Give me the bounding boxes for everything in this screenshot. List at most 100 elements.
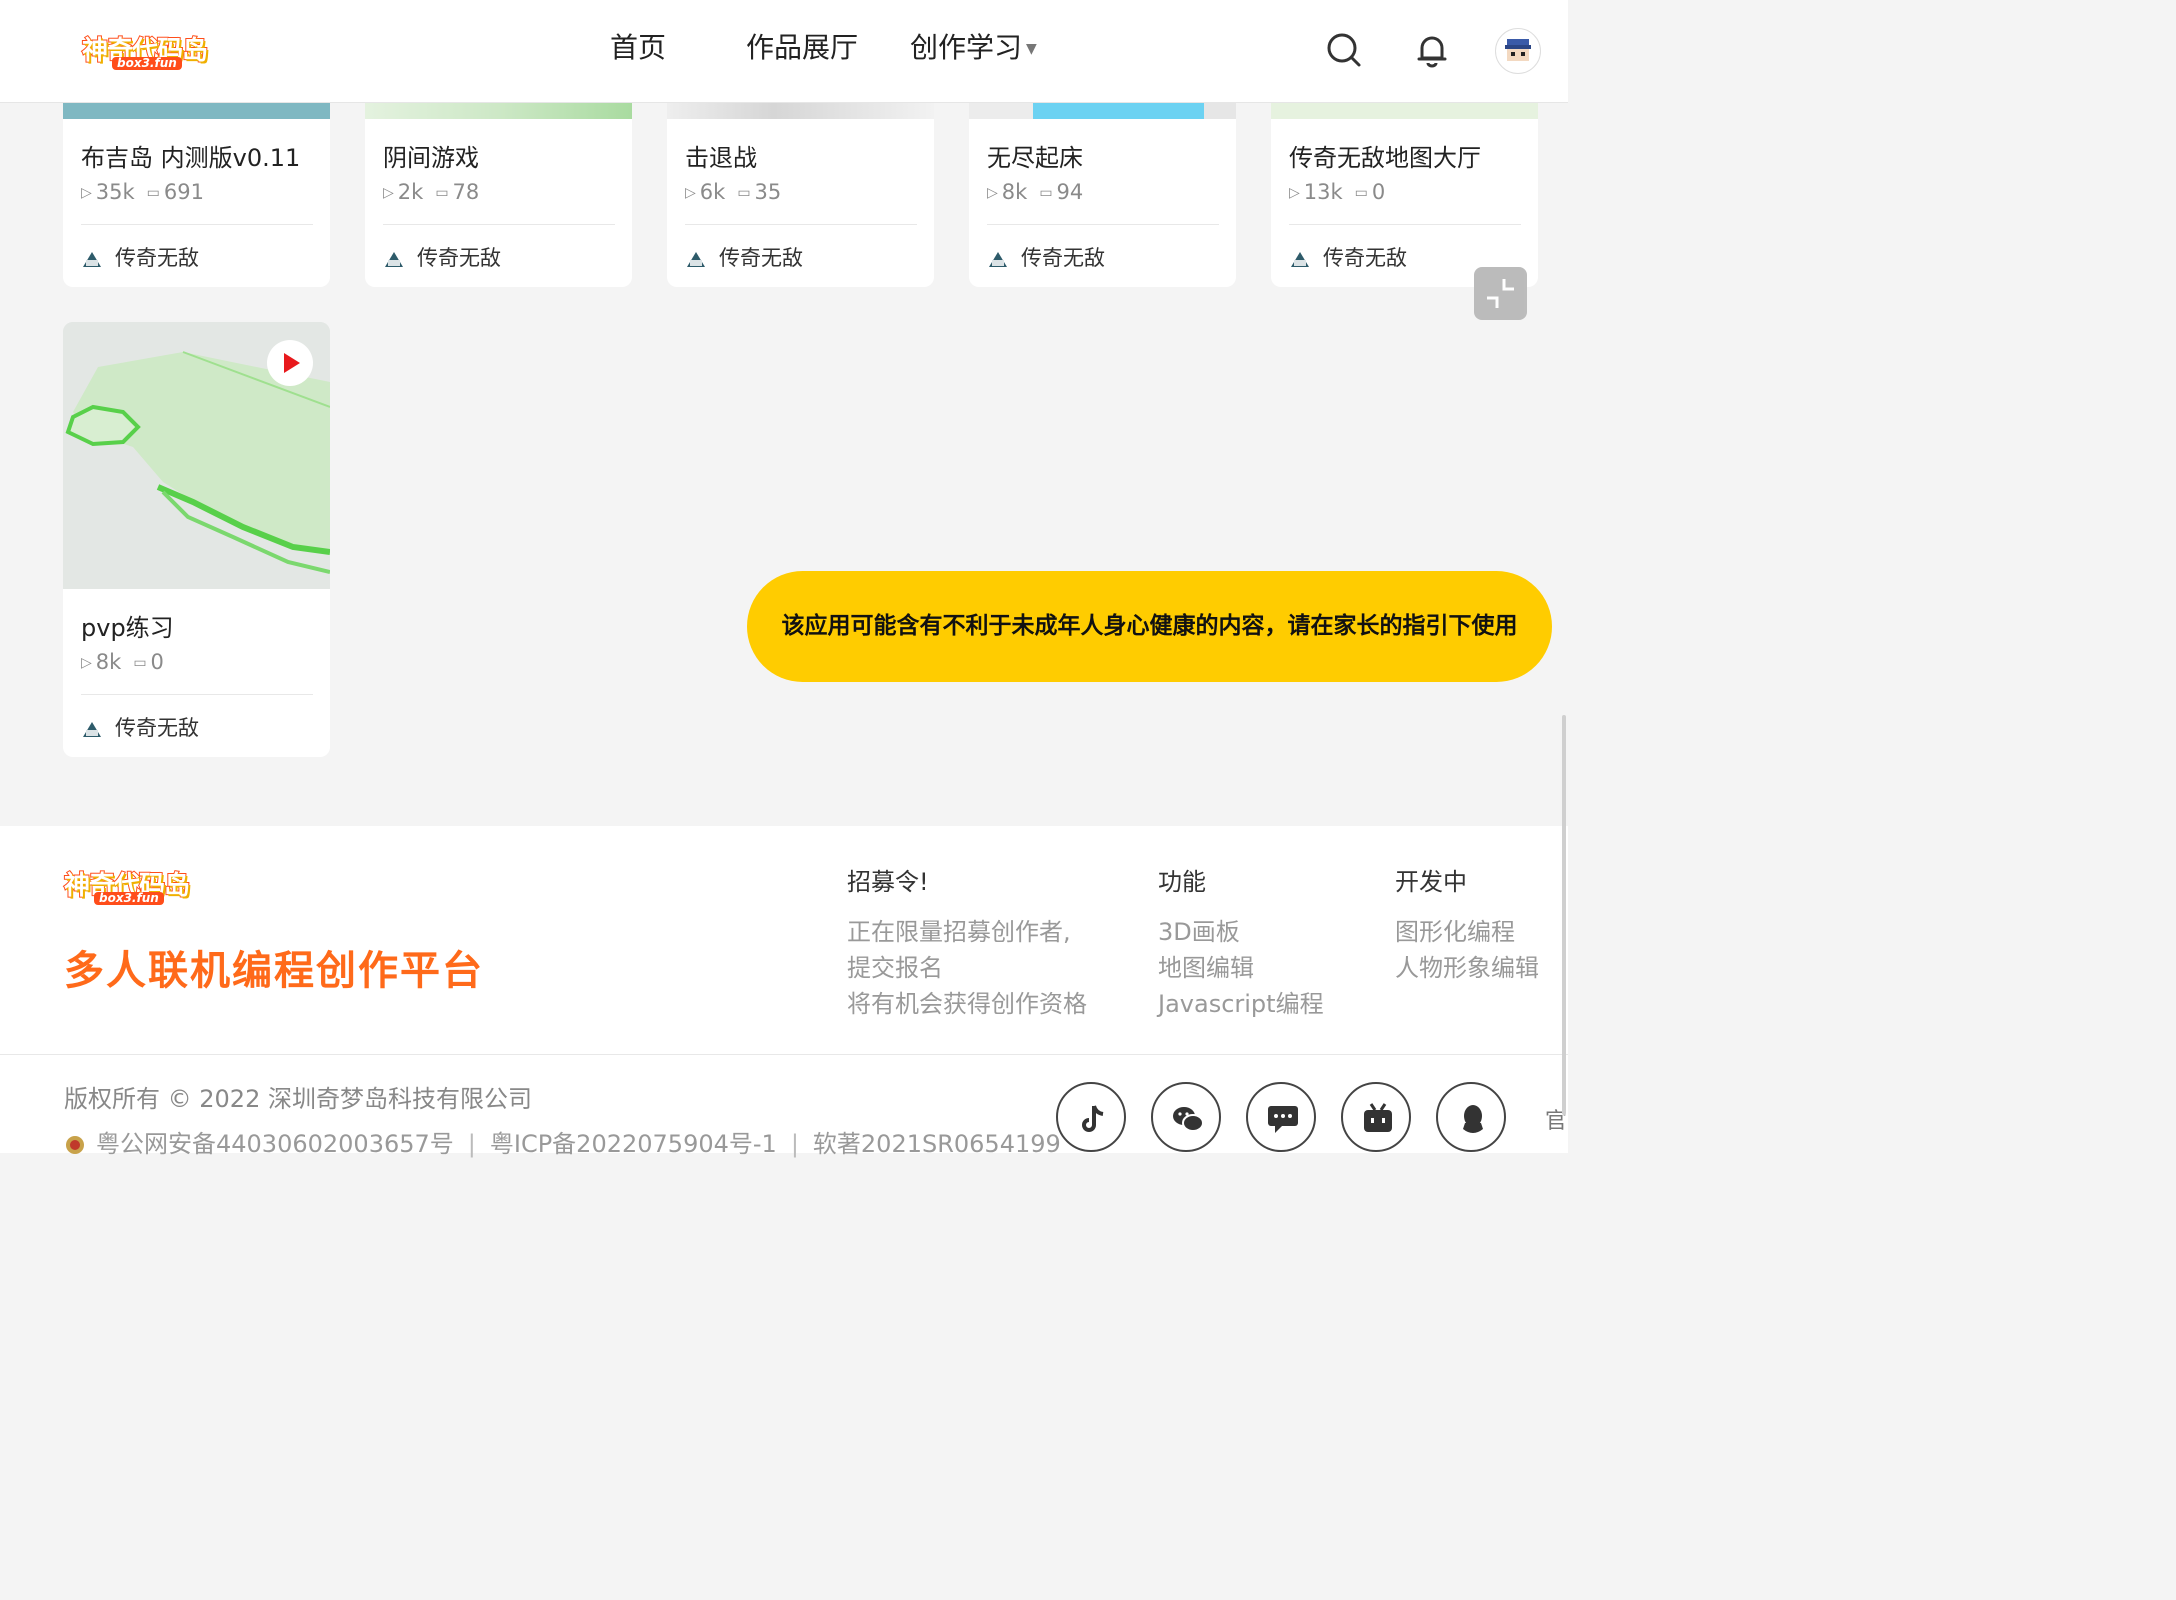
author-avatar-icon	[1289, 249, 1311, 269]
card-title: pvp练习	[81, 614, 174, 642]
card-author[interactable]: 传奇无敌	[81, 242, 199, 272]
card-title: 布吉岛 内测版v0.11	[81, 144, 301, 172]
card-divider	[81, 224, 313, 225]
collapse-icon[interactable]	[1474, 267, 1527, 320]
nav-home[interactable]: 首页	[610, 26, 666, 66]
play-count: 8k	[95, 650, 122, 674]
author-name: 传奇无敌	[115, 246, 199, 270]
card-title: 传奇无敌地图大厅	[1289, 144, 1481, 172]
tiktok-icon	[1082, 1105, 1104, 1132]
play-button[interactable]	[267, 340, 313, 386]
game-card[interactable]: pvp练习 ▷ 8k ▭ 0 传奇无敌	[63, 322, 330, 757]
bilibili-button[interactable]	[1341, 1082, 1411, 1152]
tiktok-button[interactable]	[1056, 1082, 1126, 1152]
chat-icon	[1268, 1106, 1298, 1133]
play-count: 35k	[95, 180, 135, 204]
play-count-icon: ▷	[81, 655, 92, 671]
comment-icon: ▭	[1354, 185, 1368, 201]
card-thumbnail	[969, 102, 1236, 119]
nav-learn-label: 创作学习	[910, 31, 1023, 64]
play-count-icon: ▷	[383, 185, 394, 201]
comment-icon: ▭	[1039, 185, 1053, 201]
card-divider	[685, 224, 917, 225]
comment-count: 94	[1056, 180, 1084, 204]
game-card[interactable]: 无尽起床 ▷ 8k ▭ 94 传奇无敌	[969, 102, 1236, 287]
play-count-icon: ▷	[81, 185, 92, 201]
nav-gallery[interactable]: 作品展厅	[746, 26, 858, 66]
logo-sub: box3.fun	[112, 57, 182, 70]
card-stats: ▷ 8k ▭ 0	[81, 650, 164, 674]
qq-icon	[1463, 1105, 1483, 1133]
author-name: 传奇无敌	[1021, 246, 1105, 270]
card-title: 击退战	[685, 144, 757, 172]
card-author[interactable]: 传奇无敌	[987, 242, 1105, 272]
footer-col-head-features: 功能	[1158, 868, 1206, 896]
footer-link[interactable]: 人物形象编辑	[1395, 948, 1539, 983]
comment-icon: ▭	[435, 185, 449, 201]
police-record[interactable]: 粤公网安备44030602003657号	[96, 1130, 454, 1158]
card-stats: ▷ 35k ▭ 691	[81, 180, 204, 204]
card-stats: ▷ 13k ▭ 0	[1289, 180, 1385, 204]
police-badge-icon	[64, 1134, 86, 1156]
copyright: 版权所有 © 2022 深圳奇梦岛科技有限公司	[64, 1085, 532, 1113]
play-count-icon: ▷	[987, 185, 998, 201]
search-icon[interactable]	[1324, 30, 1364, 70]
scrollbar[interactable]	[1562, 715, 1566, 1115]
card-divider	[383, 224, 615, 225]
logo-sub: box3.fun	[94, 892, 164, 905]
wechat-button[interactable]	[1151, 1082, 1221, 1152]
comment-count: 691	[163, 180, 204, 204]
icp-record[interactable]: 粤ICP备2022075904号-1	[490, 1130, 777, 1158]
author-avatar-icon	[987, 249, 1009, 269]
footer-logo[interactable]: 神奇代码岛 box3.fun	[63, 865, 204, 909]
comment-count: 0	[1371, 180, 1386, 204]
footer-link[interactable]: 将有机会获得创作资格	[847, 984, 1087, 1019]
game-card[interactable]: 击退战 ▷ 6k ▭ 35 传奇无敌	[667, 102, 934, 287]
bilibili-icon	[1364, 1103, 1392, 1132]
comment-icon: ▭	[737, 185, 751, 201]
top-header: 神奇代码岛 box3.fun 首页 作品展厅 创作学习 ▼	[0, 0, 1568, 103]
qq-button[interactable]	[1436, 1082, 1506, 1152]
author-avatar-icon	[81, 719, 103, 739]
play-count: 6k	[699, 180, 726, 204]
footer-link[interactable]: 提交报名	[847, 948, 943, 983]
play-count: 8k	[1001, 180, 1028, 204]
card-author[interactable]: 传奇无敌	[81, 712, 199, 742]
card-title: 无尽起床	[987, 144, 1083, 172]
user-avatar[interactable]	[1495, 28, 1541, 74]
card-author[interactable]: 传奇无敌	[1289, 242, 1407, 272]
play-count: 2k	[397, 180, 424, 204]
message-button[interactable]	[1246, 1082, 1316, 1152]
bell-icon[interactable]	[1412, 30, 1452, 70]
comment-count: 35	[754, 180, 782, 204]
game-card[interactable]: 布吉岛 内测版v0.11 ▷ 35k ▭ 691 传奇无敌	[63, 102, 330, 287]
game-card[interactable]: 传奇无敌地图大厅 ▷ 13k ▭ 0 传奇无敌	[1271, 102, 1538, 287]
wechat-icon	[1173, 1107, 1204, 1132]
footer-link[interactable]: 图形化编程	[1395, 912, 1515, 947]
card-stats: ▷ 8k ▭ 94	[987, 180, 1083, 204]
play-count-icon: ▷	[1289, 185, 1300, 201]
footer-link[interactable]: 3D画板	[1158, 912, 1240, 947]
card-author[interactable]: 传奇无敌	[685, 242, 803, 272]
card-stats: ▷ 6k ▭ 35	[685, 180, 781, 204]
card-author[interactable]: 传奇无敌	[383, 242, 501, 272]
comment-icon: ▭	[146, 185, 160, 201]
footer-link[interactable]: Javascript编程	[1158, 984, 1324, 1019]
card-divider	[987, 224, 1219, 225]
card-divider	[1289, 224, 1521, 225]
footer-link[interactable]: 地图编辑	[1158, 948, 1254, 983]
site-logo[interactable]: 神奇代码岛 box3.fun	[81, 30, 222, 74]
card-thumbnail	[63, 102, 330, 119]
record-numbers: 粤公网安备44030602003657号 | 粤ICP备2022075904号-1 |…	[64, 1124, 1061, 1159]
comment-icon: ▭	[133, 655, 147, 671]
author-name: 传奇无敌	[417, 246, 501, 270]
nav-learn[interactable]: 创作学习 ▼	[910, 26, 1037, 66]
footer-link[interactable]: 正在限量招募创作者,	[847, 912, 1071, 947]
game-card[interactable]: 阴间游戏 ▷ 2k ▭ 78 传奇无敌	[365, 102, 632, 287]
card-thumbnail	[365, 102, 632, 119]
author-name: 传奇无敌	[1323, 246, 1407, 270]
author-avatar-icon	[81, 249, 103, 269]
author-avatar-icon	[685, 249, 707, 269]
play-icon	[284, 353, 300, 373]
card-thumbnail	[667, 102, 934, 119]
